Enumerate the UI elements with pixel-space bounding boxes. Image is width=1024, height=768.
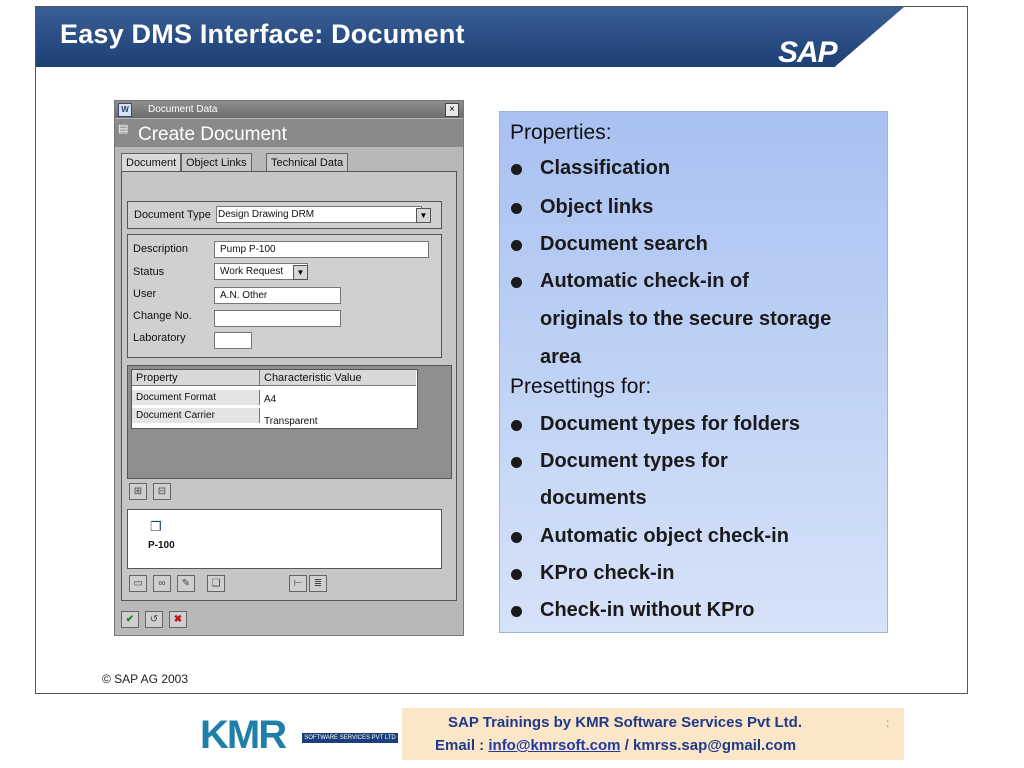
user-field[interactable]: A.N. Other	[214, 287, 341, 304]
chevron-down-icon[interactable]: ▼	[416, 208, 431, 223]
doc-type-panel: Document Type Design Drawing DRM ▼	[127, 201, 442, 229]
slide-border-bottom	[35, 693, 968, 694]
presettings-heading: Presettings for:	[510, 375, 652, 398]
email-alt: kmrss.sap@gmail.com	[633, 737, 797, 754]
email-label: Email :	[435, 737, 489, 754]
change-no-label: Change No.	[133, 310, 192, 322]
slide-border-top	[35, 6, 968, 7]
list-item: Check-in without KPro	[540, 599, 755, 621]
kmr-logo: KMR	[200, 713, 287, 757]
email-link[interactable]: info@kmrsoft.com	[488, 737, 620, 754]
bullet-icon	[511, 203, 522, 214]
bullet-icon	[511, 277, 522, 288]
bullet-icon	[511, 569, 522, 580]
change-no-field[interactable]	[214, 310, 341, 327]
object-label: P-100	[148, 540, 175, 551]
list-item: Classification	[540, 157, 671, 179]
grid-cell-value[interactable]: A4	[260, 392, 416, 407]
footer-colon: :	[886, 716, 890, 730]
link-icon[interactable]: ∞	[153, 575, 171, 592]
object-panel: ❐ P-100	[127, 509, 442, 569]
slide-border-left	[35, 6, 36, 694]
list-item: Automatic check-in of	[540, 270, 749, 292]
list-item: Automatic object check-in	[540, 525, 789, 547]
status-label: Status	[133, 266, 165, 278]
description-label: Description	[133, 243, 189, 255]
list-item: KPro check-in	[540, 562, 675, 584]
document-object-icon[interactable]: ❐	[150, 519, 162, 535]
properties-heading: Properties:	[510, 121, 612, 144]
window-title: Document Data	[148, 104, 218, 115]
list-item: Document search	[540, 233, 708, 255]
doc-type-label: Document Type	[134, 209, 211, 221]
close-button[interactable]: ×	[445, 103, 459, 117]
kmr-tagline: SOFTWARE SERVICES PVT LTD	[302, 733, 398, 743]
edit-icon[interactable]: ✎	[177, 575, 195, 592]
footer-line1: SAP Trainings by KMR Software Services P…	[448, 714, 802, 731]
email-separator: /	[620, 737, 634, 754]
info-panel	[499, 111, 888, 633]
bullet-icon	[511, 532, 522, 543]
app-icon: W	[118, 103, 132, 117]
status-dropdown-icon[interactable]: ▼	[293, 265, 308, 280]
delete-row-icon[interactable]: ⊟	[153, 483, 171, 500]
grid-cell-value[interactable]: Transparent	[260, 414, 416, 429]
bullet-icon	[511, 240, 522, 251]
footer-line2: Email : info@kmrsoft.com / kmrss.sap@gma…	[435, 737, 796, 754]
list-item-continued: documents	[540, 487, 647, 509]
doc-type-select[interactable]: Design Drawing DRM	[216, 206, 422, 223]
user-label: User	[133, 288, 157, 300]
cancel-icon[interactable]: ✖	[169, 611, 187, 628]
copy-icon[interactable]: ❏	[207, 575, 225, 592]
list-item: Document types for	[540, 450, 728, 472]
tab-object-links[interactable]: Object Links	[181, 153, 252, 172]
copyright-text: © SAP AG 2003	[102, 672, 189, 686]
document-data-window: W Document Data × ▤ Create Document Docu…	[114, 100, 464, 636]
list-view-icon[interactable]: ≣	[309, 575, 327, 592]
grid-header-property: Property	[132, 370, 260, 386]
tab-document[interactable]: Document	[121, 153, 182, 172]
grid-cell-property: Document Carrier	[132, 408, 260, 423]
bullet-icon	[511, 457, 522, 468]
list-item: Document types for folders	[540, 413, 801, 435]
window-titlebar: W Document Data ×	[115, 101, 463, 118]
fields-panel: Description Pump P-100 Status Work Reque…	[127, 234, 442, 358]
grid-header-value: Characteristic Value	[260, 370, 416, 386]
bullet-icon	[511, 606, 522, 617]
laboratory-label: Laboratory	[133, 332, 186, 344]
list-item: Object links	[540, 196, 654, 218]
create-document-title: Create Document	[138, 124, 287, 145]
list-item-continued: originals to the secure storage	[540, 308, 832, 330]
slide-title: Easy DMS Interface: Document	[60, 19, 465, 49]
tab-technical-data[interactable]: Technical Data	[266, 153, 349, 172]
document-icon: ▤	[118, 123, 129, 135]
bullet-icon	[511, 164, 522, 175]
list-item-continued: area	[540, 346, 582, 368]
tree-view-icon[interactable]: ⊢	[289, 575, 307, 592]
check-icon[interactable]: ✔	[121, 611, 139, 628]
insert-row-icon[interactable]: ⊞	[129, 483, 147, 500]
bullet-icon	[511, 420, 522, 431]
create-header: ▤ Create Document	[115, 119, 463, 147]
folder-icon[interactable]: ▭	[129, 575, 147, 592]
slide-border-right	[967, 6, 968, 694]
undo-icon[interactable]: ↺	[145, 611, 163, 628]
description-field[interactable]: Pump P-100	[214, 241, 429, 258]
laboratory-field[interactable]	[214, 332, 252, 349]
sap-logo: SAP	[778, 36, 838, 69]
grid-cell-property: Document Format	[132, 390, 260, 405]
property-table: Property Characteristic Value Document F…	[131, 369, 418, 429]
